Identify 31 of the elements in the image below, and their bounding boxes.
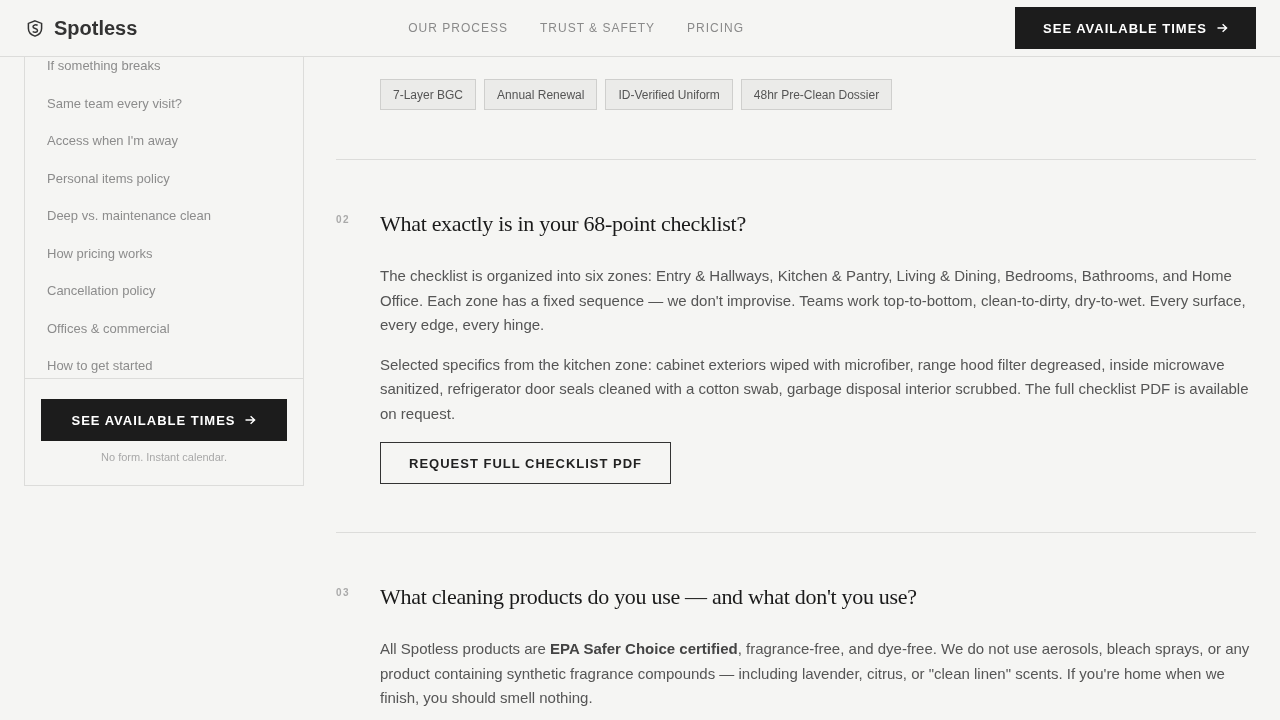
sidebar-link[interactable]: How pricing works: [47, 244, 153, 262]
tag: 48hr Pre-Clean Dossier: [740, 79, 893, 110]
sidebar-link[interactable]: Cancellation policy: [47, 282, 156, 299]
sidebar-link[interactable]: How to get started: [47, 357, 153, 374]
paragraph: All Spotless products are EPA Safer Choice certified, fragrance-free, and dye-free. We do not use aerosols, bleach sprays, or any product containing synthetic fragrance compounds — including lavender, citrus, or "clean linen" scents. If you're home when we finish, you should smell nothing.: [380, 639, 1251, 708]
brand-name[interactable]: Spotless: [54, 16, 138, 40]
cta-note: No form. Instant calendar.: [101, 451, 227, 464]
see-times-button[interactable]: SEE AVAILABLE TIMES: [41, 399, 287, 441]
paragraph: Selected specifics from the kitchen zone: cabinet exteriors wiped with microfiber, range hood filter degreased, inside microwave sanitized, refrigerator door seals cleaned with a cotton swab, garbage disposal interior scrubbed. The full checklist PDF is available on request.: [380, 354, 1250, 424]
section-number: 02: [336, 214, 351, 226]
shield-icon: [27, 19, 43, 37]
arrow-right-icon: [1217, 23, 1228, 33]
sidebar-link[interactable]: Deep vs. maintenance clean: [47, 207, 212, 224]
arrow-right-icon: [245, 415, 257, 425]
sidebar-link[interactable]: If something breaks: [47, 57, 161, 74]
sidebar-link[interactable]: Personal items policy: [47, 169, 170, 187]
nav-link[interactable]: TRUST & SAFETY: [539, 21, 656, 35]
section-number: 03: [336, 587, 351, 599]
sidebar-link[interactable]: Offices & commercial: [47, 319, 170, 337]
nav-link[interactable]: PRICING: [687, 21, 745, 35]
request-pdf-button[interactable]: REQUEST FULL CHECKLIST PDF: [380, 442, 672, 484]
section-heading: What exactly is in your 68-point checklist?: [380, 210, 747, 238]
tag: ID-Verified Uniform: [605, 79, 733, 110]
section-heading: What cleaning products do you use — and what don't you use?: [380, 583, 918, 611]
nav-link[interactable]: OUR PROCESS: [408, 21, 508, 35]
sidebar-link[interactable]: Same team every visit?: [47, 94, 183, 112]
sidebar-link[interactable]: Access when I'm away: [47, 132, 179, 149]
paragraph: The checklist is organized into six zones: Entry & Hallways, Kitchen & Pantry, Living & Dining, Bedrooms, Bathrooms, and Home Office. Each zone has a fixed sequence — we don't improvise. Teams work top-to-bottom, clean-to-dirty, dry-to-wet. Every surface, every edge, every hinge.: [380, 266, 1247, 335]
see-times-button[interactable]: SEE AVAILABLE TIMES: [1015, 7, 1256, 49]
tag: 7-Layer BGC: [380, 79, 477, 110]
tag: Annual Renewal: [484, 79, 598, 110]
